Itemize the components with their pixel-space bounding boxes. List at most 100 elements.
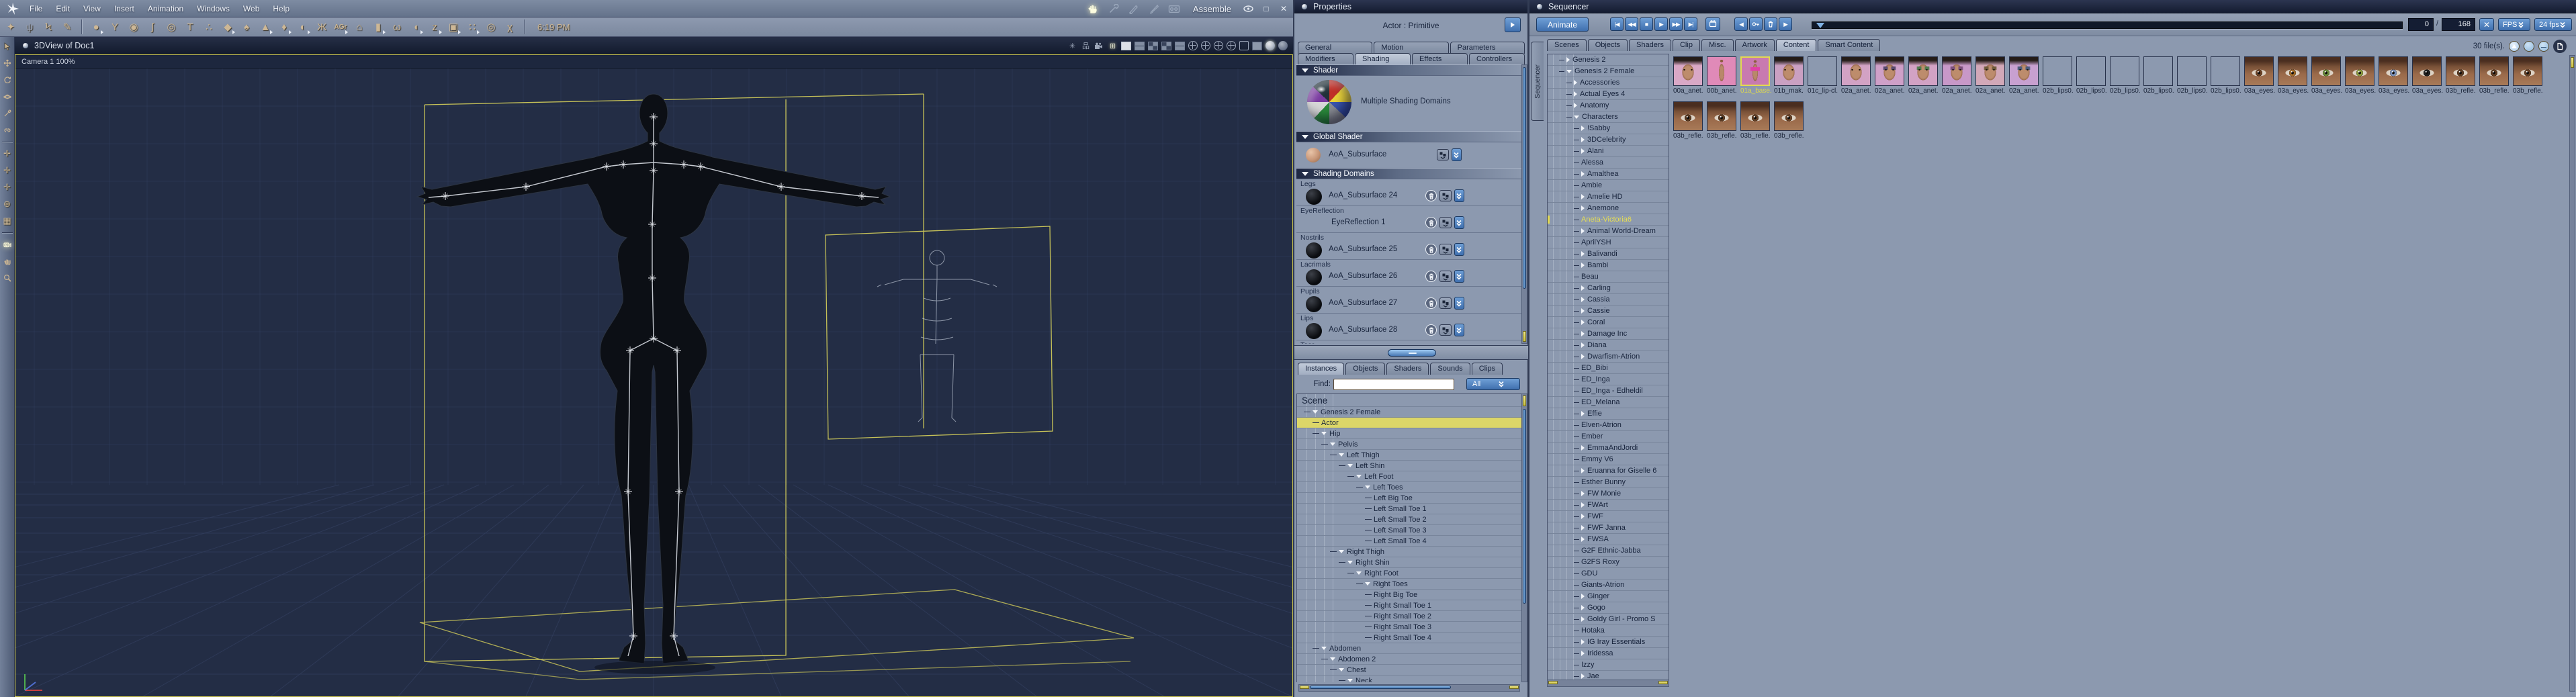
shading-domain-row-tear[interactable]: Tear bbox=[1296, 340, 1523, 344]
folder-node-actual-eyes-4[interactable]: Actual Eyes 4 bbox=[1548, 89, 1669, 100]
folder-node-emmy-v6[interactable]: Emmy V6 bbox=[1548, 454, 1669, 465]
eye-icon[interactable] bbox=[1243, 5, 1254, 12]
shading-domains-icon[interactable] bbox=[1437, 149, 1449, 160]
thumbnail-00b-anet-2[interactable]: 00b_anet. bbox=[1707, 56, 1738, 95]
tab-motion[interactable]: Motion bbox=[1374, 42, 1449, 54]
thumbnail-image[interactable] bbox=[2278, 56, 2307, 86]
delete-domain-shader-button[interactable] bbox=[1425, 271, 1437, 282]
folder-node-ed-melana[interactable]: ED_Melana bbox=[1548, 397, 1669, 408]
folder-node-fwart[interactable]: FWArt bbox=[1548, 500, 1669, 511]
tab-general[interactable]: General bbox=[1298, 42, 1373, 54]
timeline-scrubber[interactable] bbox=[1816, 23, 1824, 28]
tab-controllers[interactable]: Controllers bbox=[1469, 53, 1525, 65]
viewport-title-bar[interactable]: 3DView of Doc1 ✳ 品 ⊞ bbox=[15, 37, 1293, 54]
scene-node-right-thigh[interactable]: Right Thigh bbox=[1297, 547, 1523, 557]
folder-node-sabby[interactable]: !Sabby bbox=[1548, 123, 1669, 134]
time-unit-dropdown[interactable]: FPS bbox=[2498, 18, 2530, 31]
thumbnail-image[interactable] bbox=[2009, 56, 2039, 86]
pan-view-tool[interactable] bbox=[1, 256, 13, 267]
domain-shader-ball[interactable] bbox=[1306, 189, 1322, 205]
timeline-track[interactable] bbox=[1812, 21, 2403, 29]
expand-arrow-icon[interactable] bbox=[1356, 571, 1362, 575]
thumbnails-scrollbar[interactable] bbox=[2569, 55, 2575, 692]
rotate-tool[interactable] bbox=[1, 75, 13, 85]
thumbnail-03b-refle-24[interactable]: 03b_refle. bbox=[2446, 56, 2477, 95]
thumbnail-02b-lips0-12[interactable]: 02b_lips0. bbox=[2043, 56, 2074, 95]
splitter-handle[interactable] bbox=[1388, 348, 1436, 357]
scene-node-left-big-toe[interactable]: Left Big Toe bbox=[1297, 493, 1523, 504]
scene-node-chest[interactable]: Chest bbox=[1297, 665, 1523, 676]
folder-node-anemone[interactable]: Anemone bbox=[1548, 203, 1669, 214]
folder-node-iridessa[interactable]: Iridessa bbox=[1548, 648, 1669, 659]
wireframe-sphere-2-icon[interactable] bbox=[1201, 41, 1210, 50]
scene-node-neck[interactable]: Neck bbox=[1297, 676, 1523, 682]
thumbnail-02b-lips0-14[interactable]: 02b_lips0. bbox=[2110, 56, 2141, 95]
scene-node-right-big-toe[interactable]: Right Big Toe bbox=[1297, 590, 1523, 600]
shading-domain-row-pupils[interactable]: Pupils AoA_Subsurface 27 bbox=[1296, 287, 1523, 314]
find-filter-dropdown[interactable]: All bbox=[1466, 378, 1520, 390]
stop-button[interactable]: ■ bbox=[1640, 17, 1653, 31]
find-input[interactable] bbox=[1333, 378, 1454, 390]
thumbnail-02a-anet-11[interactable]: 02a_anet. bbox=[2009, 56, 2040, 95]
insert-text-icon[interactable]: T bbox=[182, 19, 198, 34]
thumbnail-image[interactable] bbox=[2043, 56, 2072, 86]
insert-light-icon[interactable]: ◎ bbox=[163, 19, 179, 34]
scene-tree-hscrollbar[interactable] bbox=[1298, 684, 1520, 692]
browser-tab-scenes[interactable]: Scenes bbox=[1547, 39, 1587, 51]
folder-node-genesis-2-female[interactable]: Genesis 2 Female bbox=[1548, 66, 1669, 77]
folder-node-dwarfism-atrion[interactable]: Dwarfism-Atrion bbox=[1548, 351, 1669, 363]
thumbnail-03a-eyes-19[interactable]: 03a_eyes. bbox=[2278, 56, 2309, 95]
ik-chain-tool-icon[interactable]: ✦ bbox=[3, 19, 19, 34]
scene-node-right-small-toe-3[interactable]: Right Small Toe 3 bbox=[1297, 622, 1523, 633]
tab-modifiers[interactable]: Modifiers bbox=[1298, 53, 1353, 65]
browser-tab-shaders[interactable]: Shaders bbox=[1629, 39, 1671, 51]
folder-node-aprilysh[interactable]: AprilYSH bbox=[1548, 237, 1669, 248]
menu-insert[interactable]: Insert bbox=[107, 2, 141, 15]
browser-tab-artwork[interactable]: Artwork bbox=[1734, 39, 1775, 51]
thumbnail-image[interactable] bbox=[2311, 56, 2341, 86]
folder-node-balivandi[interactable]: Balivandi bbox=[1548, 248, 1669, 260]
thumbnail-03a-eyes-20[interactable]: 03a_eyes. bbox=[2311, 56, 2342, 95]
translate-screen-tool[interactable]: ✛ bbox=[1, 182, 13, 193]
shader-scrollbar[interactable] bbox=[1521, 64, 1527, 344]
folder-node-animal-world-dream[interactable]: Animal World-Dream bbox=[1548, 226, 1669, 237]
layout-two-pane-button[interactable] bbox=[1135, 41, 1145, 50]
folder-node-effie[interactable]: Effie bbox=[1548, 408, 1669, 420]
folder-node-beau[interactable]: Beau bbox=[1548, 271, 1669, 283]
thumbnail-image[interactable] bbox=[2143, 56, 2173, 86]
browser-tab-smart-content[interactable]: Smart Content bbox=[1818, 39, 1881, 51]
expand-shader-button[interactable] bbox=[1452, 148, 1462, 161]
magic-wand-tool-icon[interactable]: ✎ bbox=[59, 19, 75, 34]
delete-domain-shader-button[interactable] bbox=[1425, 190, 1437, 201]
scene-node-genesis-2-female[interactable]: Genesis 2 Female bbox=[1297, 407, 1523, 418]
thumbnail-02a-anet-6[interactable]: 02a_anet. bbox=[1841, 56, 1872, 95]
insert-anything-grows-icon[interactable]: AGr bbox=[332, 19, 349, 34]
expand-arrow-icon[interactable] bbox=[1581, 616, 1585, 622]
folder-node-cassia[interactable]: Cassia bbox=[1548, 294, 1669, 306]
thumbnail-02a-anet-8[interactable]: 02a_anet. bbox=[1908, 56, 1939, 95]
shading-domain-row-lips[interactable]: Lips AoA_Subsurface 28 bbox=[1296, 314, 1523, 340]
current-frame-field[interactable]: 0 bbox=[2408, 18, 2434, 31]
folder-node-fwsa[interactable]: FWSA bbox=[1548, 534, 1669, 545]
folder-node-amalthea[interactable]: Amalthea bbox=[1548, 169, 1669, 180]
folder-node-ginger[interactable]: Ginger bbox=[1548, 591, 1669, 602]
insert-bone-icon[interactable]: ʃ bbox=[144, 19, 161, 34]
expand-arrow-icon[interactable] bbox=[1347, 561, 1353, 564]
folder-node-diana[interactable]: Diana bbox=[1548, 340, 1669, 351]
node-link-icon[interactable]: 品 bbox=[1081, 42, 1091, 50]
folder-node-fw-monie[interactable]: FW Monie bbox=[1548, 488, 1669, 500]
delete-domain-shader-button[interactable] bbox=[1425, 324, 1437, 336]
insert-vertex-object-icon[interactable]: ◉ bbox=[126, 19, 142, 34]
expand-arrow-icon[interactable] bbox=[1365, 485, 1370, 489]
scene-node-left-small-toe-2[interactable]: Left Small Toe 2 bbox=[1297, 514, 1523, 525]
expand-arrow-icon[interactable] bbox=[1581, 126, 1585, 131]
scene-node-left-small-toe-3[interactable]: Left Small Toe 3 bbox=[1297, 525, 1523, 536]
tab-shading[interactable]: Shading bbox=[1355, 53, 1411, 65]
shading-domain-row-legs[interactable]: Legs AoA_Subsurface 24 bbox=[1296, 179, 1523, 206]
panel-splitter[interactable] bbox=[1294, 345, 1529, 360]
translate-xz-tool[interactable]: ✛ bbox=[1, 165, 13, 176]
thumbnail-02a-anet-7[interactable]: 02a_anet. bbox=[1875, 56, 1906, 95]
insert-target-icon[interactable]: ◎ bbox=[483, 19, 499, 34]
sort-descending-button[interactable] bbox=[2524, 41, 2534, 52]
folder-node-ed-inga-edheldil[interactable]: ED_Inga - Edheldil bbox=[1548, 385, 1669, 397]
